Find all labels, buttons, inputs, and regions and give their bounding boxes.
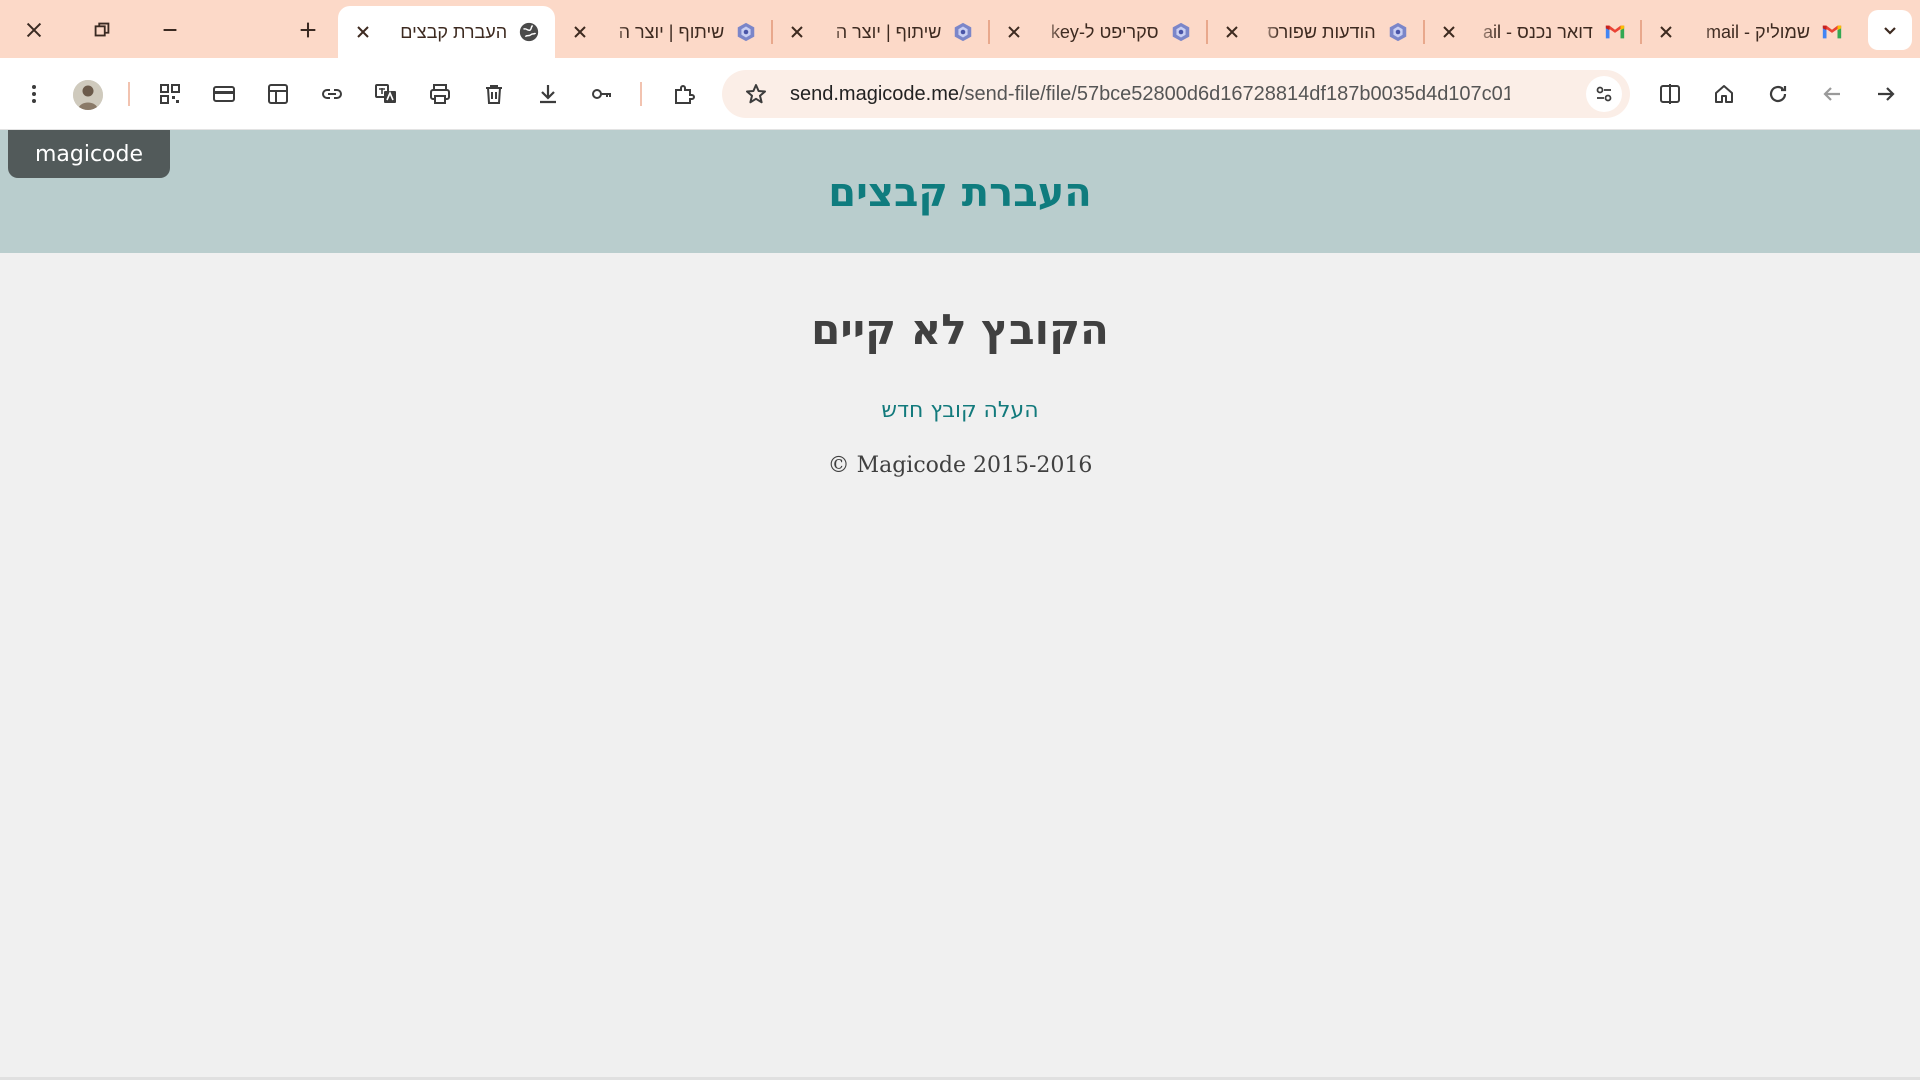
close-icon [26, 22, 42, 38]
gmail-icon [1820, 20, 1844, 44]
restore-window-button[interactable] [74, 6, 130, 54]
extensions-button[interactable] [664, 74, 704, 114]
tab-title: העברת קבצים [400, 21, 508, 42]
site-settings-button[interactable] [1586, 76, 1622, 112]
url-path: /send-file/file/57bce52800d6d16728814df1… [958, 83, 1510, 105]
qr-code-button[interactable] [150, 74, 190, 114]
translate-button[interactable] [366, 74, 406, 114]
tab-title: שמוליק - mail [1705, 21, 1810, 42]
tab-title: סקריפט ל-key [1050, 21, 1159, 42]
tab-title: דואר נכנס - ail [1483, 21, 1593, 42]
restore-icon [94, 22, 110, 37]
page-content: העברת קבצים magicode הקובץ לא קיים העלה … [0, 130, 1920, 1080]
tab-published-messages[interactable]: הודעות שפורס [1207, 6, 1425, 58]
tab-close-button[interactable] [1438, 21, 1460, 43]
credit-card-icon [213, 86, 235, 102]
download-icon [540, 85, 556, 104]
tab-title: הודעות שפורס [1267, 21, 1376, 42]
plus-icon [300, 22, 316, 38]
url-host: send.magicode.me [790, 83, 959, 105]
tab-close-button[interactable] [786, 21, 808, 43]
split-screen-icon [1660, 84, 1680, 104]
chevron-down-icon [1884, 27, 1896, 35]
tab-gmail-inbox[interactable]: דואר נכנס - ail [1424, 6, 1642, 58]
address-bar[interactable]: send.magicode.me/send-file/file/57bce528… [722, 70, 1630, 118]
extension-icon [951, 20, 975, 44]
upload-new-file-link-text[interactable]: העלה קובץ חדש [881, 398, 1038, 423]
link-icon [322, 89, 342, 99]
tab-gmail-shmulik[interactable]: שמוליק - mail [1641, 6, 1858, 58]
close-icon [574, 26, 586, 38]
close-icon [1442, 26, 1455, 38]
upload-new-file-link: העלה קובץ חדש [0, 398, 1920, 423]
brand-badge[interactable]: magicode [8, 130, 170, 178]
tab-close-button[interactable] [569, 21, 591, 43]
reload-icon [1769, 85, 1787, 103]
close-icon [791, 26, 803, 38]
print-button[interactable] [420, 74, 460, 114]
tab-title: שיתוף | יוצר ה [618, 21, 725, 42]
globe-icon [517, 20, 541, 44]
tab-share-creator-2[interactable]: שיתוף | יוצר ה [772, 6, 991, 58]
tune-icon [1596, 86, 1612, 102]
trash-icon [486, 85, 502, 104]
arrow-right-icon [1878, 87, 1895, 101]
passwords-button[interactable] [582, 74, 622, 114]
toolbar-separator [128, 82, 130, 106]
tab-share-creator-1[interactable]: שיתוף | יוצר ה [555, 6, 774, 58]
tab-close-button[interactable] [1655, 21, 1677, 43]
menu-button[interactable] [14, 74, 54, 114]
reload-button[interactable] [1758, 74, 1798, 114]
tab-key-script[interactable]: סקריפט ל-key [989, 6, 1208, 58]
payment-methods-button[interactable] [204, 74, 244, 114]
copyright-footer: © Magicode 2015-2016 [827, 453, 1093, 478]
qr-code-icon [160, 84, 180, 104]
file-not-found-message: הקובץ לא קיים [811, 305, 1109, 354]
toolbar-separator [640, 82, 642, 106]
extension-icon [734, 20, 758, 44]
close-icon [1008, 26, 1021, 38]
more-vertical-icon [32, 85, 36, 103]
arrow-left-icon [1823, 87, 1840, 101]
delete-button[interactable] [474, 74, 514, 114]
new-tab-button[interactable] [284, 10, 332, 50]
site-title: העברת קבצים [828, 170, 1092, 216]
minimize-icon [163, 28, 177, 32]
back-button[interactable] [1812, 74, 1852, 114]
print-icon [430, 84, 450, 104]
table-icon [268, 84, 288, 104]
browser-toolbar: send.magicode.me/send-file/file/57bce528… [0, 58, 1920, 130]
url-text[interactable]: send.magicode.me/send-file/file/57bce528… [790, 82, 1510, 106]
profile-avatar[interactable] [73, 80, 103, 110]
close-icon [1660, 26, 1672, 38]
extension-icon [1169, 20, 1193, 44]
gmail-icon [1603, 20, 1627, 44]
close-window-button[interactable] [6, 6, 62, 54]
close-icon [1225, 26, 1238, 38]
tab-list: העברת קבצים שיתוף | יוצר ה שיתוף | יוצר … [338, 6, 1858, 58]
home-icon [1715, 85, 1733, 103]
minimize-window-button[interactable] [142, 6, 198, 54]
close-icon [357, 26, 369, 38]
tab-close-button[interactable] [1221, 21, 1243, 43]
tab-strip: העברת קבצים שיתוף | יוצר ה שיתוף | יוצר … [0, 0, 1920, 58]
home-button[interactable] [1704, 74, 1744, 114]
star-icon[interactable] [744, 82, 768, 106]
tab-search-button[interactable] [1868, 10, 1912, 50]
puzzle-icon [675, 85, 695, 104]
copy-link-button[interactable] [312, 74, 352, 114]
key-icon [592, 89, 611, 99]
tab-layout-button[interactable] [258, 74, 298, 114]
translate-icon [375, 84, 396, 103]
tab-close-button[interactable] [352, 21, 374, 43]
split-view-button[interactable] [1650, 74, 1690, 114]
tab-title: שיתוף | יוצר ה [835, 21, 942, 42]
user-avatar-icon [73, 80, 103, 110]
tab-file-transfer[interactable]: העברת קבצים [338, 6, 556, 58]
extension-icon [1386, 20, 1410, 44]
tab-close-button[interactable] [1003, 21, 1025, 43]
site-header: העברת קבצים [0, 130, 1920, 253]
forward-button[interactable] [1866, 74, 1906, 114]
downloads-button[interactable] [528, 74, 568, 114]
